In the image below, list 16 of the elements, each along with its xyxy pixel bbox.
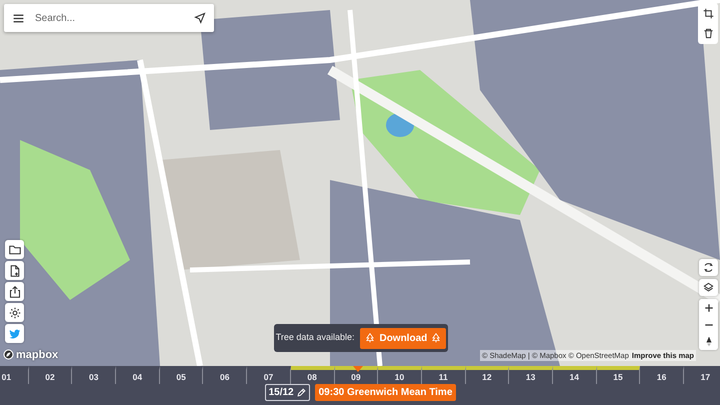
hour-mark[interactable]: 16 bbox=[640, 366, 684, 384]
hour-mark[interactable]: 15 bbox=[596, 366, 640, 384]
hour-mark[interactable]: 07 bbox=[247, 366, 291, 384]
hour-mark[interactable]: 17 bbox=[684, 366, 720, 384]
hour-mark[interactable]: 12 bbox=[466, 366, 510, 384]
hour-mark[interactable]: 06 bbox=[203, 366, 248, 384]
hour-mark[interactable]: 04 bbox=[116, 366, 160, 384]
hour-mark[interactable]: 14 bbox=[552, 366, 597, 384]
hour-mark[interactable]: 01 bbox=[0, 366, 29, 384]
hour-mark[interactable]: 02 bbox=[28, 366, 72, 384]
hour-mark[interactable]: 13 bbox=[509, 366, 553, 384]
tree-data-label: Tree data available: bbox=[276, 331, 354, 344]
hour-mark[interactable]: 05 bbox=[160, 366, 204, 384]
hour-mark[interactable]: 03 bbox=[72, 366, 116, 384]
search-bar[interactable]: Search... bbox=[4, 4, 214, 32]
date-button[interactable]: 15/12 bbox=[264, 384, 310, 401]
